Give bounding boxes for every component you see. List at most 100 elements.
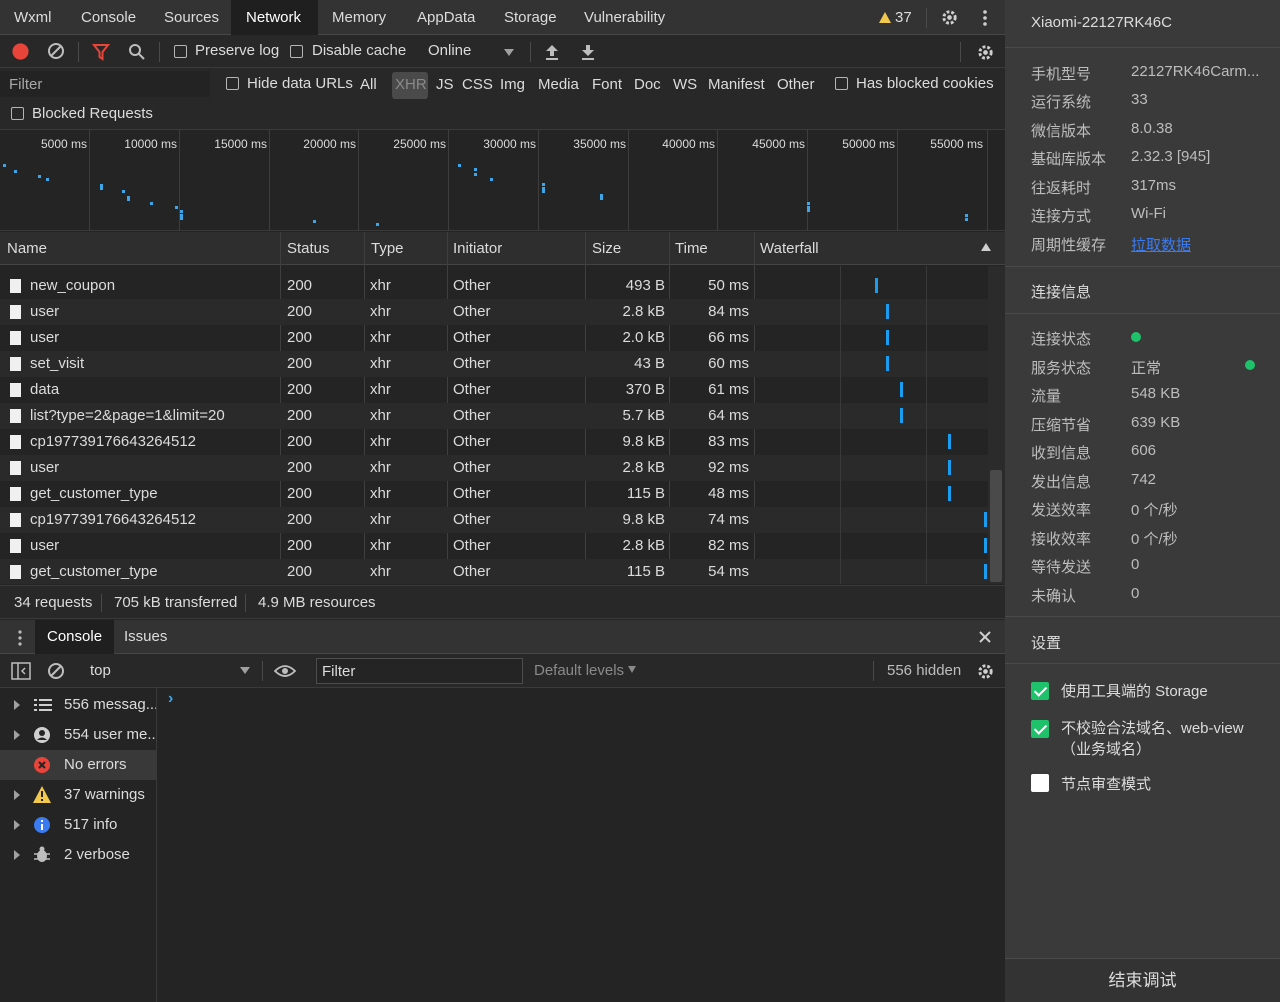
preserve-log-checkbox[interactable] (174, 45, 187, 58)
type-filter-manifest[interactable]: Manifest (708, 76, 765, 93)
sidebar-item-messages[interactable]: 556 messag... (0, 690, 156, 720)
expand-caret-icon[interactable] (14, 790, 20, 800)
col-size[interactable]: Size (592, 232, 621, 265)
col-name[interactable]: Name (7, 232, 47, 265)
drawer-tab-bar: Console Issues (0, 620, 1005, 654)
clear-console-icon[interactable] (47, 662, 65, 680)
tab-memory[interactable]: Memory (318, 0, 400, 35)
type-filter-all[interactable]: All (360, 76, 377, 93)
type-filter-js[interactable]: JS (436, 76, 454, 93)
expand-caret-icon[interactable] (14, 700, 20, 710)
info-key: 手机型号 (1031, 66, 1092, 83)
col-status[interactable]: Status (287, 232, 330, 265)
expand-caret-icon[interactable] (14, 850, 20, 860)
col-waterfall[interactable]: Waterfall (760, 232, 819, 265)
tab-storage[interactable]: Storage (490, 0, 571, 35)
file-icon (10, 565, 21, 579)
cell-name: get_customer_type (30, 563, 158, 580)
log-levels-select[interactable]: Default levels (534, 662, 624, 679)
waterfall-bar (984, 538, 987, 553)
type-filter-media[interactable]: Media (538, 76, 579, 93)
sidebar-item-label: 2 verbose (64, 846, 130, 863)
overview-gridline (538, 130, 539, 231)
waterfall-bar (886, 330, 889, 345)
fetch-data-link[interactable]: 拉取数据 (1131, 234, 1191, 255)
sort-ascending-icon[interactable] (981, 243, 991, 251)
close-drawer-icon[interactable] (978, 630, 992, 644)
disable-cache-checkbox[interactable] (290, 45, 303, 58)
settings-gear-icon[interactable] (940, 8, 959, 27)
device-title: Xiaomi-22127RK46C (1031, 14, 1172, 31)
info-key: 往返耗时 (1031, 180, 1092, 197)
tab-console[interactable]: Console (67, 0, 150, 35)
throttle-select[interactable]: Online (428, 42, 471, 59)
type-filter-img[interactable]: Img (500, 76, 525, 93)
tab-wxml[interactable]: Wxml (0, 0, 66, 35)
hide-data-urls-checkbox[interactable] (226, 77, 239, 90)
drawer-tab-console[interactable]: Console (35, 620, 115, 654)
conn-key: 收到信息 (1031, 445, 1092, 462)
sidebar-item-warnings[interactable]: 37 warnings (0, 780, 156, 810)
use-tool-storage-checkbox[interactable] (1031, 682, 1049, 700)
import-har-icon[interactable] (544, 43, 560, 61)
waterfall-bar (900, 382, 903, 397)
has-blocked-cookies-checkbox[interactable] (835, 77, 848, 90)
record-icon[interactable] (11, 42, 30, 61)
type-filter-xhr[interactable]: XHR (392, 72, 428, 99)
type-filter-doc[interactable]: Doc (634, 76, 661, 93)
conn-key: 等待发送 (1031, 559, 1092, 576)
type-filter-css[interactable]: CSS (462, 76, 493, 93)
tab-sources[interactable]: Sources (150, 0, 233, 35)
expand-caret-icon[interactable] (14, 820, 20, 830)
file-icon (10, 435, 21, 449)
search-icon[interactable] (128, 43, 146, 61)
filter-input[interactable]: Filter (0, 71, 210, 97)
type-filter-font[interactable]: Font (592, 76, 622, 93)
waterfall-bar (900, 408, 903, 423)
drawer-tab-issues[interactable]: Issues (112, 620, 179, 654)
tab-network[interactable]: Network (231, 0, 318, 35)
error-icon (34, 757, 50, 773)
blocked-requests-checkbox[interactable] (11, 107, 24, 120)
console-filter-input[interactable]: Filter (316, 658, 523, 684)
console-output-area[interactable] (158, 688, 1005, 1002)
clear-icon[interactable] (47, 42, 65, 60)
col-time[interactable]: Time (675, 232, 708, 265)
sidebar-item-verbose[interactable]: 2 verbose (0, 840, 156, 870)
cell-initiator: Other (453, 485, 491, 502)
sidebar-item-info[interactable]: 517 info (0, 810, 156, 840)
eye-icon[interactable] (274, 663, 296, 679)
skip-domain-check-checkbox[interactable] (1031, 720, 1049, 738)
context-select[interactable]: top (90, 662, 111, 679)
filter-icon[interactable] (92, 43, 110, 61)
tab-appdata[interactable]: AppData (403, 0, 489, 35)
warning-badge[interactable]: 37 (879, 0, 912, 35)
table-scrollbar-thumb[interactable] (990, 470, 1002, 582)
col-type[interactable]: Type (371, 232, 404, 265)
tab-vulnerability[interactable]: Vulnerability (570, 0, 679, 35)
type-filter-ws[interactable]: WS (673, 76, 697, 93)
cell-status: 200 (287, 303, 313, 320)
network-toolbar: Preserve log Disable cache Online (0, 35, 1005, 68)
sidebar-item-errors[interactable]: No errors (0, 750, 156, 780)
console-settings-gear-icon[interactable] (976, 662, 995, 681)
file-icon (10, 461, 21, 475)
end-debug-button[interactable]: 结束调试 (1005, 958, 1280, 1002)
chevron-down-icon[interactable] (240, 667, 250, 674)
network-overview-timeline[interactable]: 5000 ms 10000 ms 15000 ms 20000 ms 25000… (0, 130, 1005, 231)
sidebar-toggle-icon[interactable] (11, 662, 31, 680)
overview-gridline (628, 130, 629, 231)
chevron-down-icon[interactable] (504, 49, 514, 56)
panel-divider (1005, 266, 1280, 267)
console-toolbar: top Filter Default levels 556 hidden (0, 654, 1005, 688)
network-settings-gear-icon[interactable] (976, 43, 995, 62)
drawer-menu-icon[interactable] (16, 629, 24, 647)
cell-initiator: Other (453, 381, 491, 398)
col-initiator[interactable]: Initiator (453, 232, 502, 265)
expand-caret-icon[interactable] (14, 730, 20, 740)
node-inspect-checkbox[interactable] (1031, 774, 1049, 792)
more-vertical-icon[interactable] (980, 9, 990, 27)
export-har-icon[interactable] (580, 43, 596, 61)
type-filter-other[interactable]: Other (777, 76, 815, 93)
sidebar-item-user-messages[interactable]: 554 user me... (0, 720, 156, 750)
